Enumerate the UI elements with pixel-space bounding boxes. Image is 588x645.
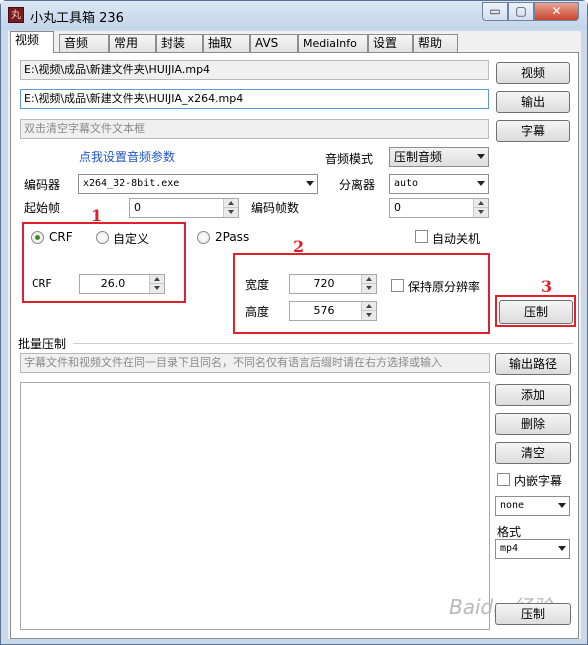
- spinner-buttons: [223, 199, 238, 217]
- chevron-down-icon: [477, 154, 485, 159]
- start-frame-value: 0: [134, 201, 141, 214]
- tab-extract[interactable]: 抽取: [203, 34, 250, 52]
- group-divider: [73, 343, 573, 344]
- video-path-field[interactable]: E:\视频\成品\新建文件夹\HUIJIA.mp4: [20, 60, 489, 80]
- subtitle-suffix-select[interactable]: none: [495, 496, 570, 516]
- annotation-number-3: 3: [541, 277, 553, 296]
- encoder-label: 编码器: [24, 178, 61, 192]
- twopass-radio-label[interactable]: 2Pass: [215, 230, 249, 244]
- spinner-buttons: [473, 199, 488, 217]
- audio-mode-select[interactable]: 压制音频: [389, 147, 489, 167]
- subtitle-path-field[interactable]: 双击清空字幕文件文本框: [20, 119, 489, 139]
- frame-count-label: 编码帧数: [251, 201, 300, 215]
- spin-up-icon[interactable]: [224, 199, 238, 208]
- embed-subtitle-checkbox[interactable]: [497, 473, 510, 486]
- twopass-radio[interactable]: [197, 231, 210, 244]
- frame-count-value: 0: [394, 201, 401, 214]
- spin-down-icon[interactable]: [474, 208, 488, 217]
- batch-group-title: 批量压制: [18, 337, 67, 351]
- delete-button[interactable]: 删除: [495, 413, 571, 435]
- chevron-down-icon: [558, 503, 566, 508]
- tab-mux[interactable]: 封装: [156, 34, 203, 52]
- clear-button[interactable]: 清空: [495, 442, 571, 464]
- demuxer-label: 分离器: [339, 178, 376, 192]
- auto-shutdown-label[interactable]: 自动关机: [432, 230, 480, 247]
- subtitle-suffix-value: none: [500, 500, 525, 511]
- close-button[interactable]: ✕: [534, 2, 579, 21]
- encoder-value: x264_32-8bit.exe: [83, 178, 180, 189]
- maximize-button[interactable]: ▢: [508, 2, 534, 21]
- frame-count-input[interactable]: 0: [389, 198, 489, 218]
- audio-settings-link[interactable]: 点我设置音频参数: [79, 148, 175, 165]
- window-title: 小丸工具箱 236: [30, 11, 124, 26]
- select-output-button[interactable]: 输出: [496, 91, 570, 113]
- spin-down-icon[interactable]: [224, 208, 238, 217]
- chevron-down-icon: [306, 181, 314, 186]
- tab-settings[interactable]: 设置: [368, 34, 413, 52]
- embed-subtitle-label[interactable]: 内嵌字幕: [514, 472, 562, 489]
- audio-mode-value: 压制音频: [394, 150, 443, 164]
- annotation-box-2: [233, 253, 490, 334]
- title-bar[interactable]: 丸 小丸工具箱 236 ▭ ▢ ✕: [1, 1, 587, 29]
- annotation-box-3: [495, 295, 576, 327]
- select-subtitle-button[interactable]: 字幕: [496, 120, 570, 142]
- start-frame-label: 起始帧: [24, 201, 61, 215]
- add-button[interactable]: 添加: [495, 384, 571, 406]
- tab-avs[interactable]: AVS: [250, 34, 298, 52]
- spin-up-icon[interactable]: [474, 199, 488, 208]
- app-window: 丸 小丸工具箱 236 ▭ ▢ ✕ 视频 音频 常用 封装 抽取 AVS Med…: [0, 0, 588, 645]
- video-tab-page: E:\视频\成品\新建文件夹\HUIJIA.mp4 视频 E:\视频\成品\新建…: [10, 52, 579, 639]
- app-icon: 丸: [8, 7, 24, 23]
- batch-encode-button[interactable]: 压制: [495, 603, 571, 625]
- format-label: 格式: [497, 525, 522, 539]
- annotation-number-2: 2: [293, 237, 305, 256]
- demuxer-value: auto: [394, 178, 419, 189]
- annotation-number-1: 1: [91, 206, 103, 225]
- client-area: 视频 音频 常用 封装 抽取 AVS MediaInfo 设置 帮助 E:\视频…: [8, 31, 581, 639]
- select-video-button[interactable]: 视频: [496, 62, 570, 84]
- tab-strip: 视频 音频 常用 封装 抽取 AVS MediaInfo 设置 帮助: [8, 31, 581, 53]
- encoder-select[interactable]: x264_32-8bit.exe: [78, 174, 318, 194]
- annotation-box-1: [22, 222, 186, 303]
- tab-audio[interactable]: 音频: [59, 34, 109, 52]
- output-path-button[interactable]: 输出路径: [495, 353, 571, 375]
- batch-file-list[interactable]: [20, 382, 490, 630]
- audio-mode-label: 音频模式: [325, 152, 374, 166]
- tab-help[interactable]: 帮助: [413, 34, 458, 52]
- tab-video[interactable]: 视频: [10, 31, 54, 53]
- tab-common[interactable]: 常用: [109, 34, 156, 52]
- format-select[interactable]: mp4: [495, 539, 570, 559]
- output-path-field[interactable]: E:\视频\成品\新建文件夹\HUIJIA_x264.mp4: [20, 89, 489, 109]
- format-value: mp4: [500, 543, 519, 554]
- start-frame-input[interactable]: 0: [129, 198, 239, 218]
- demuxer-select[interactable]: auto: [389, 174, 489, 194]
- batch-hint-field[interactable]: 字幕文件和视频文件在同一目录下且同名，不同名仅有语言后缀时请在右方选择或输入: [20, 353, 490, 373]
- minimize-button[interactable]: ▭: [482, 2, 508, 21]
- chevron-down-icon: [558, 546, 566, 551]
- auto-shutdown-checkbox[interactable]: [415, 230, 428, 243]
- chevron-down-icon: [477, 181, 485, 186]
- tab-mediainfo[interactable]: MediaInfo: [298, 34, 368, 52]
